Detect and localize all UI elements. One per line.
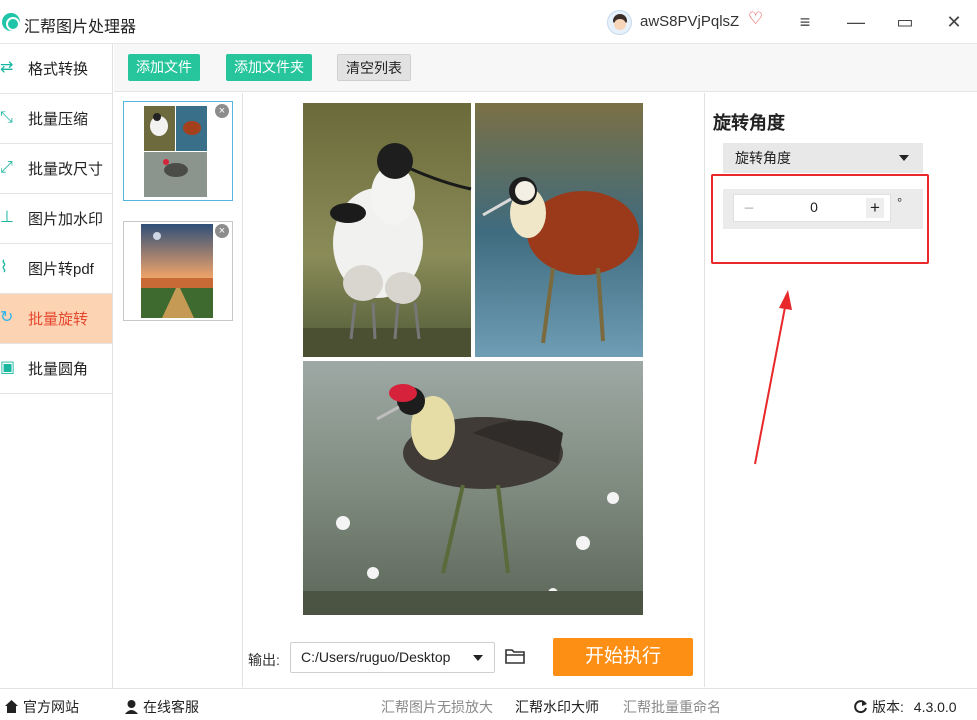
sidebar-item-label: 批量旋转 <box>28 311 89 328</box>
username[interactable]: awS8PVjPqlsZ <box>640 13 739 30</box>
sidebar-item-label: 图片转pdf <box>28 261 94 278</box>
footer: 官方网站 在线客服 汇帮图片无损放大 汇帮水印大师 汇帮批量重命名 版本: 4.… <box>0 688 977 720</box>
version-info: 版本: 4.3.0.0 <box>853 697 957 717</box>
maximize-button[interactable]: ▭ <box>892 10 918 34</box>
user-avatar[interactable] <box>607 10 632 35</box>
annotation-arrow-icon <box>754 290 792 465</box>
add-file-button[interactable]: 添加文件 <box>128 54 200 81</box>
minimize-button[interactable]: — <box>843 10 869 34</box>
online-support-link[interactable]: 在线客服 <box>124 697 199 717</box>
footer-link-upscale[interactable]: 汇帮图片无损放大 <box>381 697 493 717</box>
online-support-label: 在线客服 <box>143 699 199 715</box>
vip-diamond-icon[interactable]: ♡ <box>748 9 763 29</box>
thumbnail-image-birds <box>144 106 207 197</box>
menu-button[interactable]: ≡ <box>792 10 818 34</box>
official-website-label: 官方网站 <box>23 699 79 715</box>
thumbnail-list: × × <box>114 93 243 687</box>
settings-panel: 旋转角度 旋转角度 − 0 + ° <box>706 93 977 687</box>
official-website-link[interactable]: 官方网站 <box>4 697 79 717</box>
home-icon <box>5 700 18 713</box>
sidebar-item-pdf[interactable]: ⌇ 图片转pdf <box>0 244 112 294</box>
sidebar-item-watermark[interactable]: ⊥ 图片加水印 <box>0 194 112 244</box>
rotation-mode-value: 旋转角度 <box>735 150 791 166</box>
app-title: 汇帮图片处理器 <box>24 19 137 36</box>
sidebar-item-label: 格式转换 <box>28 61 89 78</box>
version-value: 4.3.0.0 <box>913 699 957 715</box>
folder-icon[interactable] <box>504 646 526 666</box>
footer-link-watermark[interactable]: 汇帮水印大师 <box>515 697 599 717</box>
start-button[interactable]: 开始执行 <box>553 638 693 676</box>
settings-title: 旋转角度 <box>713 113 785 133</box>
chevron-down-icon <box>473 655 483 661</box>
close-button[interactable]: ✕ <box>941 10 967 34</box>
remove-thumbnail-button[interactable]: × <box>215 104 229 118</box>
sidebar-item-label: 图片加水印 <box>28 211 104 228</box>
remove-thumbnail-button[interactable]: × <box>215 224 229 238</box>
compress-icon: ⤡ <box>0 109 13 126</box>
preview-image <box>303 103 643 615</box>
preview-pane: 输出: C:/Users/ruguo/Desktop 开始执行 <box>244 93 705 687</box>
sidebar-item-resize[interactable]: ⤢ 批量改尺寸 <box>0 144 112 194</box>
footer-link-rename[interactable]: 汇帮批量重命名 <box>623 697 721 717</box>
sidebar-item-compress[interactable]: ⤡ 批量压缩 <box>0 94 112 144</box>
round-corner-icon: ▣ <box>0 359 16 376</box>
sidebar-item-label: 批量圆角 <box>28 361 89 378</box>
version-label: 版本: <box>872 699 904 715</box>
pdf-icon: ⌇ <box>0 259 8 276</box>
sidebar-item-label: 批量压缩 <box>28 111 89 128</box>
app-logo-icon <box>2 13 20 31</box>
output-label: 输出: <box>248 652 280 668</box>
sidebar-item-rotate[interactable]: ↻ 批量旋转 <box>0 294 112 344</box>
support-agent-icon <box>125 700 138 714</box>
chevron-down-icon <box>899 155 909 161</box>
add-folder-button[interactable]: 添加文件夹 <box>226 54 312 81</box>
refresh-icon <box>854 700 867 714</box>
thumbnail-item[interactable]: × <box>123 101 233 201</box>
thumbnail-item[interactable]: × <box>123 221 233 321</box>
sidebar-item-round-corner[interactable]: ▣ 批量圆角 <box>0 344 112 394</box>
rotate-icon: ↻ <box>0 309 14 326</box>
resize-icon: ⤢ <box>0 159 13 176</box>
format-convert-icon: ⇄ <box>0 59 14 76</box>
sidebar: ⇄ 格式转换 ⤡ 批量压缩 ⤢ 批量改尺寸 ⊥ 图片加水印 ⌇ 图片转pdf ↻… <box>0 44 113 688</box>
rotation-mode-select[interactable]: 旋转角度 <box>723 143 923 173</box>
sidebar-item-format-convert[interactable]: ⇄ 格式转换 <box>0 44 112 94</box>
thumbnail-image-landscape <box>141 224 213 318</box>
output-path-value: C:/Users/ruguo/Desktop <box>301 649 451 665</box>
toolbar: 添加文件 添加文件夹 清空列表 <box>114 44 977 92</box>
output-path-select[interactable]: C:/Users/ruguo/Desktop <box>290 642 495 673</box>
watermark-icon: ⊥ <box>0 209 14 226</box>
highlight-annotation-box <box>711 174 929 264</box>
title-bar: 汇帮图片处理器 awS8PVjPqlsZ ♡ ≡ — ▭ ✕ <box>0 0 977 44</box>
clear-list-button[interactable]: 清空列表 <box>337 54 411 81</box>
sidebar-item-label: 批量改尺寸 <box>28 161 104 178</box>
